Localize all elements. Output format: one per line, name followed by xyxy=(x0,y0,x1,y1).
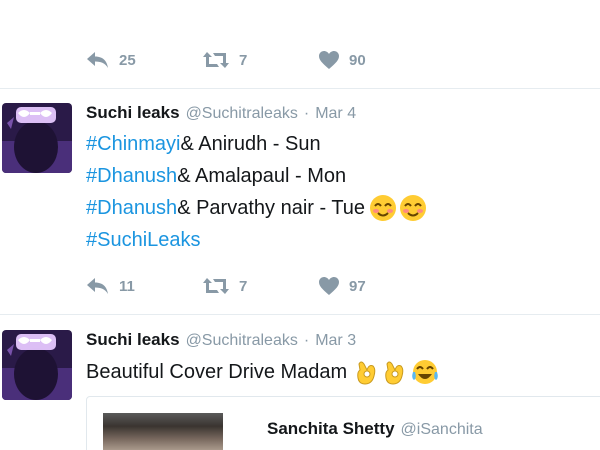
tweet-text: Beautiful Cover Drive Madam xyxy=(86,361,348,383)
reply-button[interactable]: 25 xyxy=(86,51,202,69)
separator-dot: · xyxy=(303,332,310,349)
like-button[interactable]: 90 xyxy=(318,50,434,70)
quoted-tweet-header: Sanchita Shetty @iSanchita xyxy=(267,419,483,439)
hashtag-link[interactable]: #Dhanush xyxy=(86,192,177,224)
reply-icon xyxy=(87,52,108,68)
quoted-tweet-image xyxy=(103,413,223,450)
display-name[interactable]: Suchi leaks xyxy=(86,330,180,350)
tweet-text-line: #Dhanush & Amalapaul - Mon xyxy=(86,160,346,192)
separator-dot: · xyxy=(303,105,310,122)
ok-hand-icon xyxy=(357,361,376,385)
tweet-text-line: Beautiful Cover Drive Madam xyxy=(86,356,439,388)
retweet-count: 7 xyxy=(239,277,248,295)
tweet-text-line: #Dhanush & Parvathy nair - Tue xyxy=(86,192,427,224)
user-handle[interactable]: @Suchitraleaks xyxy=(186,105,298,123)
tweet-date[interactable]: Mar 3 xyxy=(315,332,356,350)
avatar[interactable] xyxy=(2,330,72,400)
hashtag-link[interactable]: #SuchiLeaks xyxy=(86,224,201,256)
display-name[interactable]: Suchi leaks xyxy=(86,103,180,123)
retweet-button[interactable]: 7 xyxy=(202,51,318,69)
avatar-image xyxy=(2,330,72,400)
quoted-tweet[interactable]: Sanchita Shetty @iSanchita xyxy=(86,396,600,450)
reply-button[interactable]: 11 xyxy=(86,277,202,295)
avatar-image xyxy=(2,103,72,173)
retweet-icon xyxy=(203,278,229,294)
retweet-button[interactable]: 7 xyxy=(202,277,318,295)
tweet-divider xyxy=(0,88,600,89)
tweet-text-line: #Chinmayi & Anirudh - Sun xyxy=(86,128,321,160)
tears-of-joy-icon xyxy=(412,360,439,384)
retweet-icon xyxy=(203,52,229,68)
reply-count: 25 xyxy=(119,51,136,69)
tweet-text: & Parvathy nair - Tue xyxy=(177,197,366,219)
tweet-text-line: #SuchiLeaks xyxy=(86,224,201,256)
reply-count: 11 xyxy=(119,277,135,295)
like-count: 90 xyxy=(349,51,366,69)
smiling-face-icon xyxy=(400,195,427,221)
hashtag-link[interactable]: #Chinmayi xyxy=(86,128,180,160)
tweet-date[interactable]: Mar 4 xyxy=(315,105,356,123)
like-count: 97 xyxy=(349,277,366,295)
user-handle[interactable]: @Suchitraleaks xyxy=(186,332,298,350)
like-button[interactable]: 97 xyxy=(318,276,434,296)
tweet-header: Suchi leaks @Suchitraleaks · Mar 3 xyxy=(86,330,356,352)
retweet-count: 7 xyxy=(239,51,248,69)
heart-icon xyxy=(319,51,339,69)
avatar[interactable] xyxy=(2,103,72,173)
quoted-display-name: Sanchita Shetty xyxy=(267,419,395,438)
ok-hand-icon xyxy=(385,361,404,385)
tweet-text: & Anirudh - Sun xyxy=(180,133,321,155)
tweet-divider xyxy=(0,314,600,315)
tweet-header: Suchi leaks @Suchitraleaks · Mar 4 xyxy=(86,103,356,125)
tweet-actions: 11 7 97 xyxy=(86,273,434,299)
smiling-face-icon xyxy=(370,195,397,221)
reply-icon xyxy=(87,278,108,294)
top-tweet-actions: 25 7 90 xyxy=(86,47,434,73)
hashtag-link[interactable]: #Dhanush xyxy=(86,160,177,192)
quoted-user-handle: @iSanchita xyxy=(400,421,483,438)
heart-icon xyxy=(319,277,339,295)
tweet-text: & Amalapaul - Mon xyxy=(177,165,347,187)
